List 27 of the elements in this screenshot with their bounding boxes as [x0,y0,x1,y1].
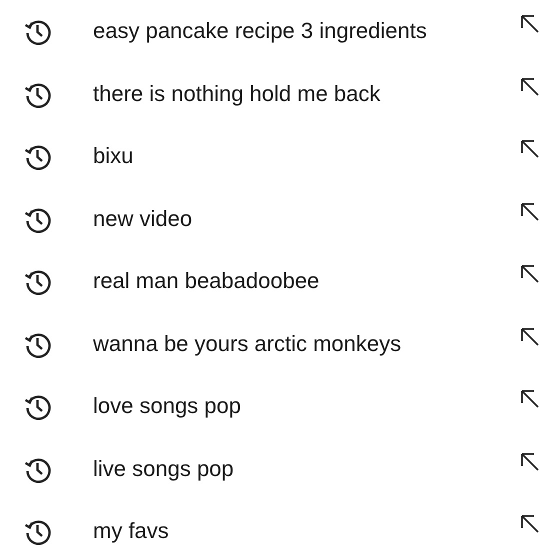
history-item[interactable]: my favs [0,500,560,560]
search-query: new video [93,206,194,232]
search-query: easy pancake recipe 3 ingredients [93,18,428,44]
history-item[interactable]: there is nothing hold me back [0,62,560,125]
search-query: my favs [93,518,170,544]
search-query: real man beabadoobee [93,268,320,294]
insert-arrow-icon[interactable] [520,14,540,34]
history-item[interactable]: wanna be yours arctic monkeys [0,312,560,375]
insert-arrow-icon[interactable] [520,139,540,160]
search-query: live songs pop [93,456,235,482]
insert-arrow-icon[interactable] [520,514,540,534]
search-query: wanna be yours arctic monkeys [93,330,402,357]
insert-arrow-icon[interactable] [520,389,540,410]
history-item[interactable]: live songs pop [0,438,560,500]
insert-arrow-icon[interactable] [520,202,540,222]
insert-arrow-icon[interactable] [520,326,540,347]
history-item[interactable]: love songs pop [0,375,560,438]
search-query: bixu [93,143,134,170]
insert-arrow-icon[interactable] [520,264,540,284]
insert-arrow-icon[interactable] [520,76,540,97]
insert-arrow-icon[interactable] [520,452,540,472]
search-query: love songs pop [93,393,242,420]
history-item[interactable]: easy pancake recipe 3 ingredients [0,0,560,62]
history-item[interactable]: real man beabadoobee [0,250,560,312]
history-item[interactable]: new video [0,188,560,250]
search-query: there is nothing hold me back [93,80,382,107]
history-item[interactable]: bixu [0,125,560,188]
